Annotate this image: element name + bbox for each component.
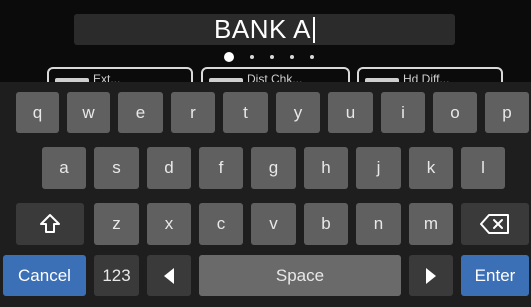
key-q[interactable]: q: [16, 92, 59, 133]
shift-key[interactable]: [16, 203, 84, 245]
text-entry-screen: BANK A Ext... Dist Chk... Hd Diff... q w…: [0, 0, 531, 307]
page-indicator: [224, 50, 314, 64]
key-b[interactable]: b: [304, 203, 348, 245]
key-a[interactable]: a: [42, 147, 86, 189]
backspace-key[interactable]: [461, 203, 529, 245]
page-dot: [290, 55, 294, 59]
key-f[interactable]: f: [199, 147, 243, 189]
cursor-left-button[interactable]: [147, 255, 191, 296]
shift-arrow-icon: [40, 214, 60, 233]
triangle-left-icon: [164, 267, 174, 284]
name-input-value: BANK A: [214, 14, 311, 44]
page-dot: [310, 55, 314, 59]
cancel-button[interactable]: Cancel: [3, 255, 86, 296]
key-o[interactable]: o: [433, 92, 477, 133]
key-y[interactable]: y: [276, 92, 320, 133]
space-key[interactable]: Space: [199, 255, 401, 296]
cursor-right-button[interactable]: [409, 255, 453, 296]
key-g[interactable]: g: [251, 147, 296, 189]
name-input[interactable]: BANK A: [74, 14, 455, 45]
triangle-right-icon: [426, 267, 436, 284]
page-dot: [250, 55, 254, 59]
key-s[interactable]: s: [94, 147, 139, 189]
key-d[interactable]: d: [147, 147, 191, 189]
enter-button[interactable]: Enter: [461, 255, 529, 296]
key-x[interactable]: x: [147, 203, 191, 245]
key-z[interactable]: z: [94, 203, 139, 245]
key-r[interactable]: r: [171, 92, 215, 133]
key-m[interactable]: m: [409, 203, 453, 245]
key-u[interactable]: u: [328, 92, 373, 133]
key-c[interactable]: c: [199, 203, 243, 245]
key-e[interactable]: e: [118, 92, 163, 133]
key-w[interactable]: w: [67, 92, 110, 133]
key-j[interactable]: j: [356, 147, 401, 189]
page-dot: [270, 55, 274, 59]
key-k[interactable]: k: [409, 147, 453, 189]
key-h[interactable]: h: [304, 147, 348, 189]
on-screen-keyboard: q w e r t y u i o p a s d f g h j k l z …: [0, 82, 531, 307]
key-v[interactable]: v: [251, 203, 296, 245]
key-l[interactable]: l: [461, 147, 505, 189]
key-t[interactable]: t: [223, 92, 268, 133]
key-p[interactable]: p: [485, 92, 529, 133]
key-i[interactable]: i: [381, 92, 425, 133]
backspace-icon: [480, 214, 509, 234]
key-n[interactable]: n: [356, 203, 401, 245]
text-cursor: [312, 16, 315, 43]
numbers-mode-button[interactable]: 123: [94, 255, 139, 296]
page-dot-active: [224, 52, 234, 62]
